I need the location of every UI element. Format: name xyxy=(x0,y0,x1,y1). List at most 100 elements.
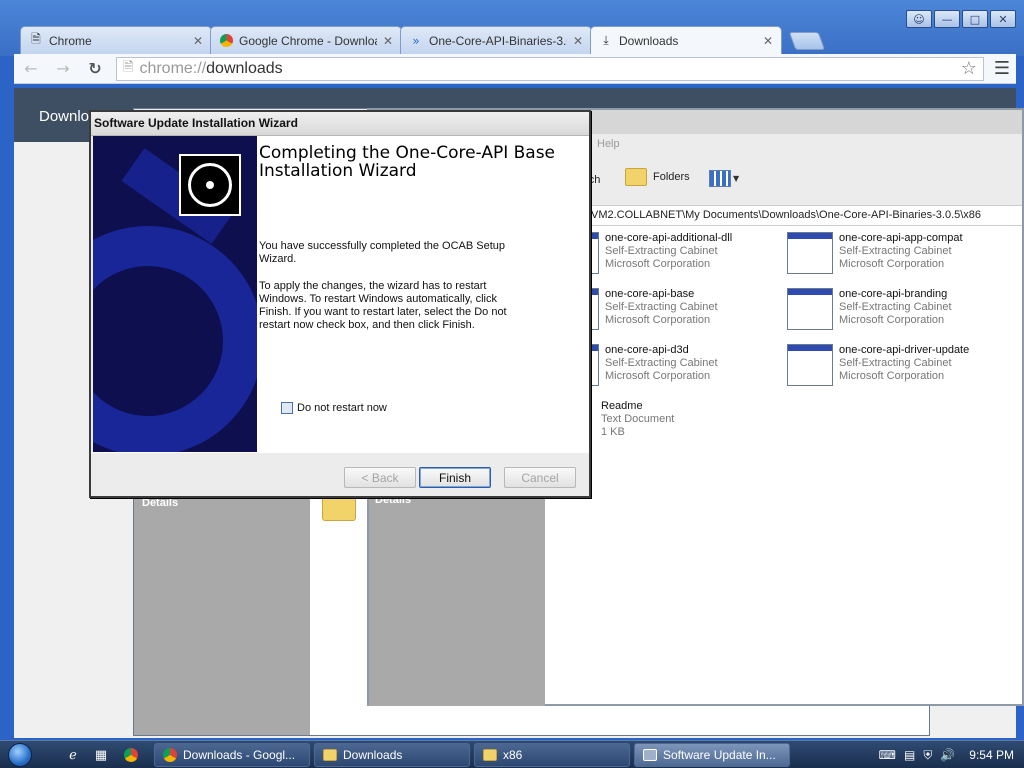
reload-icon[interactable]: ↻ xyxy=(84,59,106,78)
tab-title: One-Core-API-Binaries-3.0. xyxy=(429,33,567,48)
shield-icon[interactable]: ⛨ xyxy=(923,748,932,763)
file-item[interactable]: one-core-api-branding Self-Extracting Ca… xyxy=(787,288,952,330)
close-icon[interactable]: ✕ xyxy=(383,34,393,48)
task-label: Software Update In... xyxy=(663,748,776,762)
maximize-button[interactable]: □ xyxy=(962,10,988,28)
cabinet-icon xyxy=(787,344,833,386)
dialog-title: Software Update Installation Wizard xyxy=(91,112,589,136)
setup-icon xyxy=(643,749,657,761)
file-name: one-core-api-app-compat xyxy=(839,232,963,244)
disc-icon xyxy=(179,154,241,216)
volume-icon[interactable]: 🔊 xyxy=(940,748,955,762)
tab-title: Google Chrome - Downloa xyxy=(239,33,377,48)
file-publisher: Microsoft Corporation xyxy=(605,370,711,382)
banner-swirl xyxy=(93,226,257,452)
finish-button[interactable]: Finish xyxy=(419,467,491,488)
file-name: one-core-api-branding xyxy=(839,288,948,300)
tab-google-chrome-download[interactable]: Google Chrome - Downloa ✕ xyxy=(210,26,402,54)
folder-icon xyxy=(625,168,647,186)
download-icon: ⤓ xyxy=(603,33,609,47)
file-item[interactable]: one-core-api-additional-dll Self-Extract… xyxy=(587,232,732,274)
menu-help[interactable]: Help xyxy=(597,138,620,150)
do-not-restart-option[interactable]: Do not restart now xyxy=(281,402,387,414)
file-name: one-core-api-base xyxy=(605,288,695,300)
file-name: one-core-api-d3d xyxy=(605,344,689,356)
details-pane: Details xyxy=(369,490,545,706)
back-button[interactable]: < Back xyxy=(344,467,416,488)
details-label: Details xyxy=(142,497,179,509)
file-type: Self-Extracting Cabinet xyxy=(605,301,718,313)
bookmark-star-icon[interactable]: ☆ xyxy=(961,58,977,79)
tab-strip: 🗎 Chrome ✕ Google Chrome - Downloa ✕ » O… xyxy=(20,26,826,54)
minimize-button[interactable]: — xyxy=(934,10,960,28)
cabinet-icon xyxy=(787,288,833,330)
views-icon xyxy=(709,170,731,187)
wizard-message: You have successfully completed the OCAB… xyxy=(259,240,506,265)
file-size: 1 KB xyxy=(601,426,625,438)
close-icon[interactable]: ✕ xyxy=(193,34,203,48)
file-item[interactable]: one-core-api-driver-update Self-Extracti… xyxy=(787,344,969,386)
folder-icon xyxy=(483,749,497,761)
taskbar: ℯ ▦ Downloads - Googl... Downloads x86 S… xyxy=(0,740,1024,768)
chrome-icon xyxy=(163,748,177,762)
explorer-icon[interactable]: ▦ xyxy=(92,746,110,764)
file-publisher: Microsoft Corporation xyxy=(839,370,945,382)
wizard-instructions: To apply the changes, the wizard has to … xyxy=(259,280,507,331)
close-icon[interactable]: ✕ xyxy=(573,34,583,48)
link-icon: » xyxy=(412,33,420,48)
clock[interactable]: 9:54 PM xyxy=(969,748,1014,762)
views-button[interactable]: ▼ xyxy=(709,170,739,187)
close-icon[interactable]: ✕ xyxy=(763,34,773,48)
wizard-banner xyxy=(93,136,257,452)
tab-title: Downloads xyxy=(619,33,679,48)
file-item-readme[interactable]: Readme Text Document 1 KB xyxy=(601,400,674,439)
tab-downloads[interactable]: ⤓ Downloads ✕ xyxy=(590,26,782,54)
file-type: Self-Extracting Cabinet xyxy=(839,301,952,313)
ie-icon[interactable]: ℯ xyxy=(64,746,82,764)
network-icon[interactable]: ▤ xyxy=(904,748,915,762)
tab-one-core-api[interactable]: » One-Core-API-Binaries-3.0. ✕ xyxy=(400,26,592,54)
page-icon: 🗎 xyxy=(123,58,134,74)
file-name: Readme xyxy=(601,400,643,412)
file-item[interactable]: one-core-api-base Self-Extracting Cabine… xyxy=(587,288,718,330)
folders-button[interactable]: Folders xyxy=(625,168,690,186)
file-item[interactable]: one-core-api-d3d Self-Extracting Cabinet… xyxy=(587,344,718,386)
taskbar-item-wizard[interactable]: Software Update In... xyxy=(634,743,790,767)
taskbar-item-x86[interactable]: x86 xyxy=(474,743,630,767)
url-host: downloads xyxy=(206,59,283,77)
file-publisher: Microsoft Corporation xyxy=(839,314,945,326)
forward-icon[interactable]: → xyxy=(52,59,74,78)
chrome-icon xyxy=(219,34,233,48)
cancel-button[interactable]: Cancel xyxy=(504,467,576,488)
taskbar-item-chrome[interactable]: Downloads - Googl... xyxy=(154,743,310,767)
browser-toolbar: ← → ↻ 🗎 chrome://downloads ☆ ☰ xyxy=(14,54,1016,84)
menu-icon[interactable]: ☰ xyxy=(994,58,1010,79)
folder-icon xyxy=(323,749,337,761)
window-controls: ☺ — □ ✕ xyxy=(906,10,1016,28)
start-button[interactable] xyxy=(8,743,32,767)
close-button[interactable]: ✕ xyxy=(990,10,1016,28)
file-item[interactable]: one-core-api-app-compat Self-Extracting … xyxy=(787,232,963,274)
tab-chrome[interactable]: 🗎 Chrome ✕ xyxy=(20,26,212,54)
file-type: Self-Extracting Cabinet xyxy=(605,357,718,369)
address-bar[interactable]: 🗎 chrome://downloads ☆ xyxy=(116,56,984,81)
profile-icon[interactable]: ☺ xyxy=(906,10,932,28)
file-type: Text Document xyxy=(601,413,675,425)
file-publisher: Microsoft Corporation xyxy=(605,258,711,270)
taskbar-item-downloads[interactable]: Downloads xyxy=(314,743,470,767)
back-icon[interactable]: ← xyxy=(20,59,42,78)
folder-icon[interactable] xyxy=(322,495,356,521)
tab-title: Chrome xyxy=(49,33,92,48)
new-tab-button[interactable] xyxy=(788,32,826,50)
system-tray: ⌨ ▤ ⛨ 🔊 9:54 PM xyxy=(869,741,1024,768)
keyboard-icon[interactable]: ⌨ xyxy=(879,748,896,762)
installation-wizard-dialog: Software Update Installation Wizard Comp… xyxy=(89,110,591,498)
task-label: Downloads - Googl... xyxy=(183,748,296,762)
folders-label: Folders xyxy=(653,171,690,183)
task-label: x86 xyxy=(503,748,523,762)
file-type: Self-Extracting Cabinet xyxy=(605,245,718,257)
chrome-icon[interactable] xyxy=(122,746,140,764)
cabinet-icon xyxy=(787,232,833,274)
do-not-restart-checkbox[interactable] xyxy=(281,402,293,414)
file-publisher: Microsoft Corporation xyxy=(839,258,945,270)
